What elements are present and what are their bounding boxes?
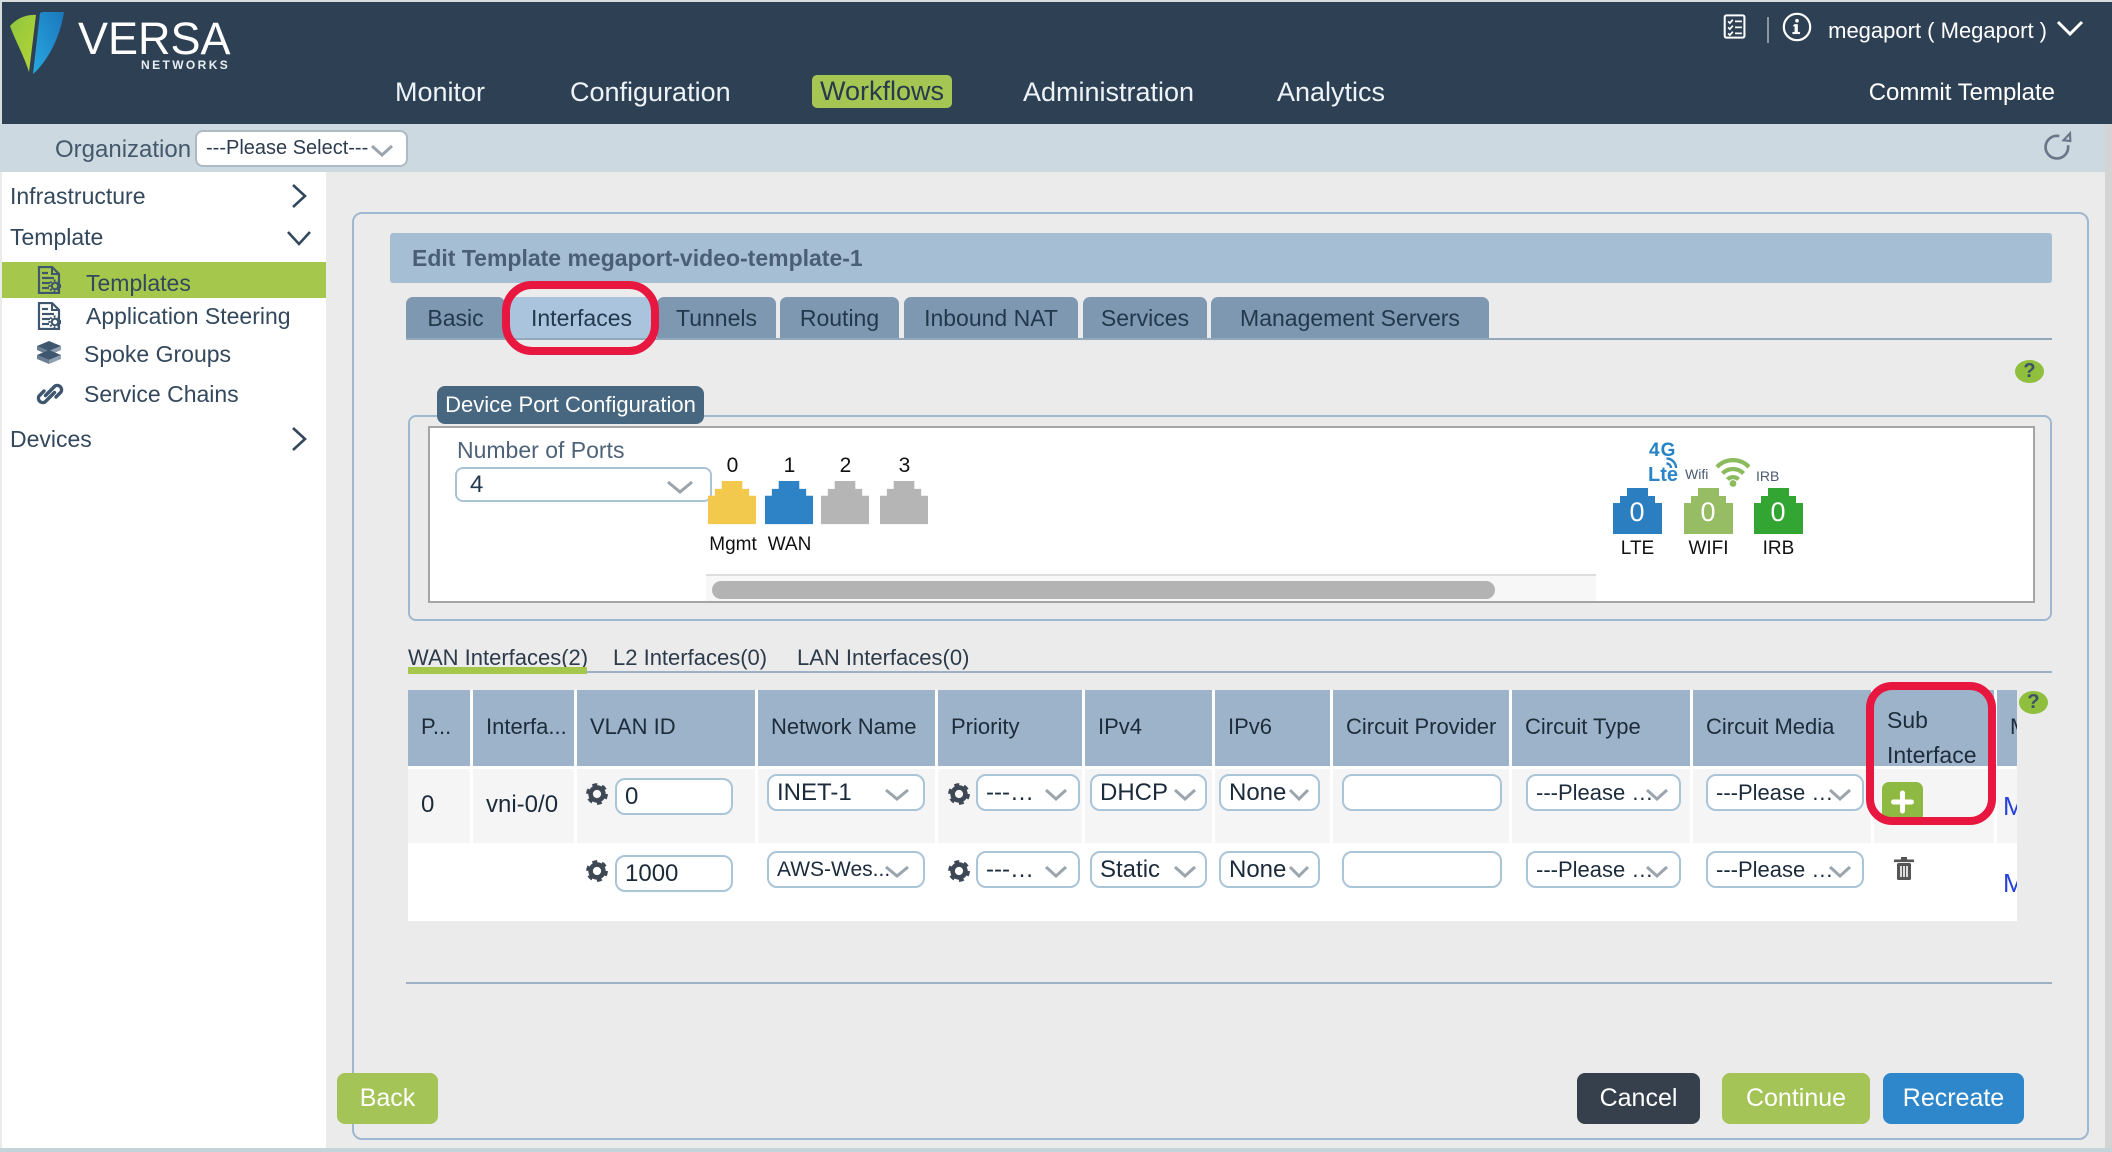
svg-text:0: 0 <box>1700 497 1715 527</box>
svg-text:0: 0 <box>1770 497 1785 527</box>
svg-text:0: 0 <box>1629 497 1644 527</box>
